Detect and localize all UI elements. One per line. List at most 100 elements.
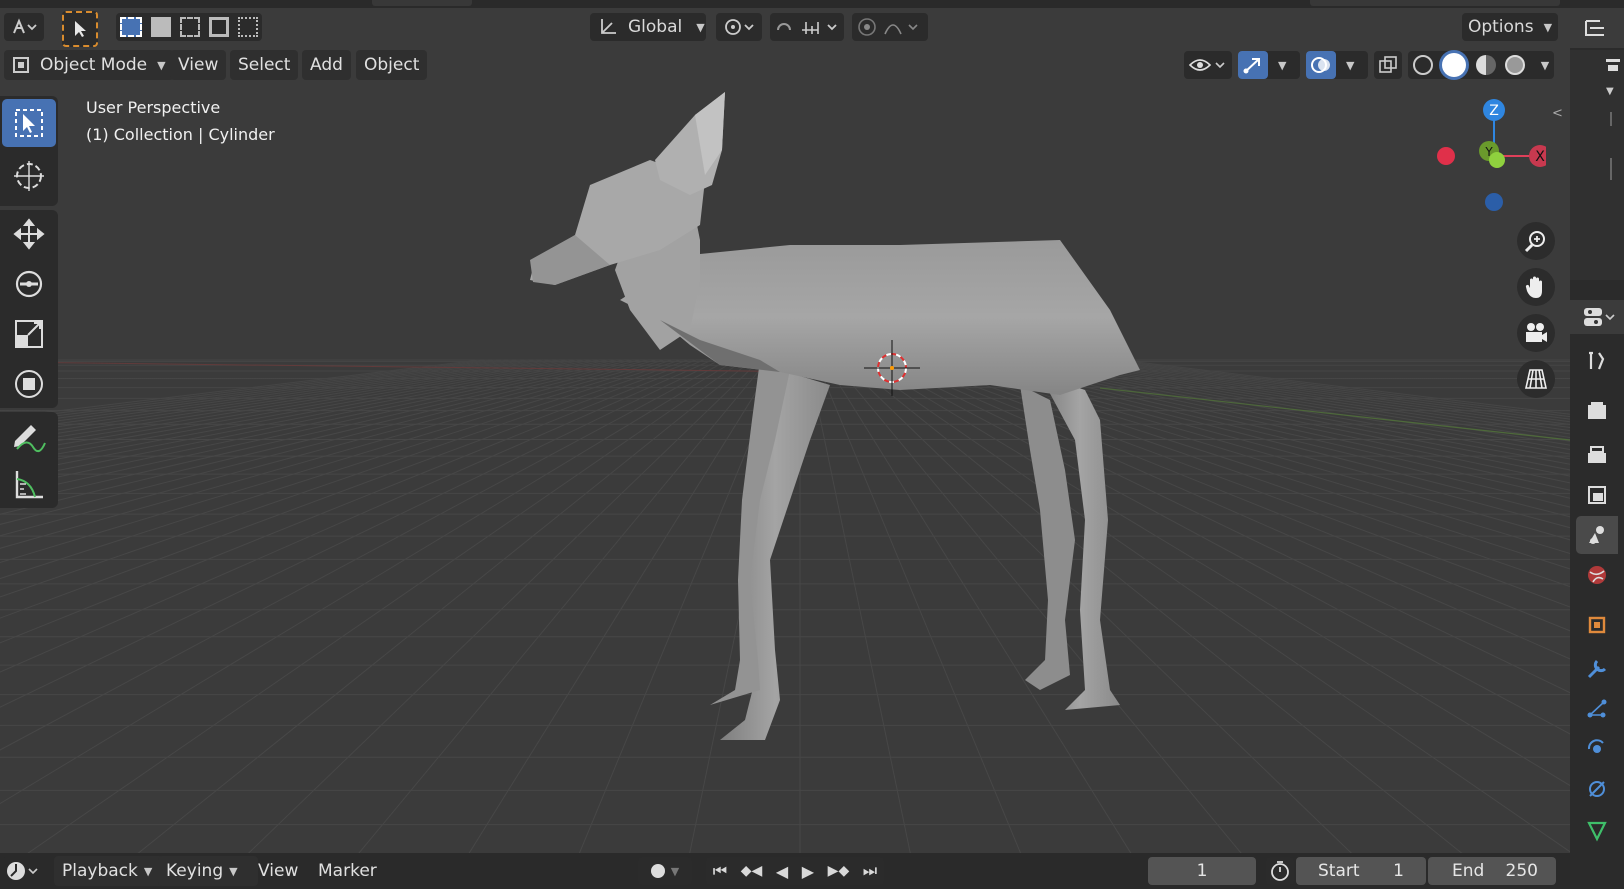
sidebar-collapse-arrow-icon[interactable]: <: [1552, 106, 1563, 121]
snap-group[interactable]: [770, 13, 844, 41]
solid-shading-icon[interactable]: [1442, 53, 1467, 77]
annotate-tool[interactable]: [2, 412, 56, 460]
select-new-icon[interactable]: [120, 17, 143, 37]
timeline-view-menu[interactable]: View: [250, 856, 306, 886]
visibility-dropdown[interactable]: [1184, 51, 1232, 79]
xray-icon: [1379, 56, 1397, 73]
pan-button[interactable]: [1517, 268, 1555, 306]
move-tool[interactable]: [2, 210, 56, 258]
keying-menu[interactable]: Keying ▼: [158, 856, 258, 886]
toggle-perspective-button[interactable]: [1517, 360, 1555, 398]
overlays-toggle[interactable]: ▼: [1306, 51, 1368, 79]
properties-tab-world[interactable]: [1576, 556, 1618, 594]
auto-keying-toggle[interactable]: ▼: [638, 857, 692, 885]
timeline-editor-type-button[interactable]: [2, 857, 44, 885]
orientation-axes-icon: [601, 19, 616, 34]
filter-icon[interactable]: [1604, 56, 1622, 74]
pivot-icon: [725, 19, 754, 35]
jump-to-end-icon[interactable]: ⏭: [863, 861, 877, 881]
rendered-shading-icon[interactable]: [1505, 55, 1526, 75]
properties-tab-particles[interactable]: [1576, 690, 1618, 728]
selection-mode-group[interactable]: [116, 13, 262, 41]
svg-text:X: X: [1535, 149, 1545, 165]
chevron-down-icon: ▼: [1346, 58, 1355, 72]
neg-z-axis-dot[interactable]: [1485, 193, 1503, 211]
jump-to-start-icon[interactable]: ⏮: [713, 861, 727, 881]
preview-range-toggle[interactable]: [1266, 857, 1294, 885]
gizmo-toggle[interactable]: ▼: [1238, 51, 1300, 79]
rotate-tool[interactable]: [2, 260, 56, 308]
properties-tab-scene[interactable]: [1576, 516, 1618, 554]
pointer-icon: [75, 21, 86, 37]
gizmo-icon[interactable]: [1238, 51, 1268, 79]
properties-tab-object[interactable]: [1576, 606, 1618, 644]
properties-tab-data[interactable]: [1576, 812, 1618, 850]
play-reverse-icon[interactable]: ◀: [776, 862, 788, 881]
properties-tab-modifiers[interactable]: [1576, 650, 1618, 688]
properties-tab-constraints[interactable]: [1576, 770, 1618, 808]
select-extend-icon[interactable]: [151, 17, 172, 37]
select-menu[interactable]: Select: [230, 50, 299, 80]
select-tool-button[interactable]: [62, 11, 98, 47]
chevron-down-icon: ▼: [696, 20, 705, 34]
xray-toggle[interactable]: [1374, 51, 1402, 79]
wireframe-shading-icon[interactable]: [1412, 55, 1433, 75]
current-frame-field[interactable]: 1: [1148, 857, 1256, 885]
zoom-button[interactable]: [1517, 222, 1555, 260]
shading-group[interactable]: ▼: [1408, 51, 1554, 79]
navigation-gizmo[interactable]: Z X Y: [1426, 96, 1546, 216]
3d-viewport[interactable]: Global ▼ Options ▼ Object Mode ▼ View Se…: [0, 0, 1570, 853]
properties-tab-tool[interactable]: [1576, 342, 1618, 380]
chevron-down-icon: ▼: [1543, 20, 1553, 34]
start-frame-field[interactable]: Start 1: [1296, 857, 1426, 885]
cursor-tool[interactable]: [2, 152, 56, 200]
select-intersect-icon[interactable]: [237, 17, 258, 37]
chevron-down-icon: ▼: [157, 58, 166, 72]
snap-icon: [777, 22, 837, 34]
3d-cursor-icon[interactable]: [862, 338, 922, 398]
expand-triangle-icon[interactable]: ▼: [1606, 86, 1614, 97]
neg-x-axis-dot[interactable]: [1437, 147, 1455, 165]
data-icon: [1587, 821, 1607, 842]
prev-keyframe-icon[interactable]: ◆◀: [741, 863, 763, 879]
object-icon: [1588, 616, 1606, 634]
mode-dropdown[interactable]: Object Mode ▼: [4, 50, 174, 80]
scale-tool[interactable]: [2, 310, 56, 358]
object-menu[interactable]: Object: [356, 50, 428, 80]
play-icon[interactable]: ▶: [802, 862, 814, 881]
camera-view-button[interactable]: [1517, 314, 1555, 352]
options-dropdown[interactable]: Options ▼: [1462, 13, 1558, 41]
outliner-icon[interactable]: [1582, 17, 1612, 39]
add-menu[interactable]: Add: [302, 50, 351, 80]
tool-icon: [1589, 351, 1605, 370]
view-menu[interactable]: View: [170, 50, 227, 80]
tool-header: Global ▼ Options ▼: [0, 8, 1570, 48]
select-box-tool[interactable]: [2, 99, 56, 147]
chevron-down-icon: ▼: [229, 864, 238, 878]
transform-tool[interactable]: [2, 360, 56, 408]
proportional-editing-group[interactable]: [852, 13, 928, 41]
select-subtract-icon[interactable]: [179, 17, 200, 37]
transform-icon: [15, 370, 43, 398]
cursor-icon: [14, 161, 44, 191]
material-shading-icon[interactable]: [1475, 55, 1496, 75]
properties-tab-view-layer[interactable]: [1576, 476, 1618, 514]
eye-icon: [1188, 59, 1225, 71]
properties-tab-render[interactable]: [1576, 392, 1618, 430]
end-frame-field[interactable]: End 250: [1428, 857, 1556, 885]
properties-tab-output[interactable]: [1576, 436, 1618, 474]
playback-menu[interactable]: Playback ▼: [54, 856, 166, 886]
editor-type-button[interactable]: [4, 13, 44, 41]
transform-orientation-dropdown[interactable]: Global ▼: [590, 13, 706, 41]
pivot-point-dropdown[interactable]: [716, 13, 762, 41]
select-invert-icon[interactable]: [208, 17, 229, 37]
object-mode-icon: [13, 57, 29, 73]
chevron-down-icon: ▼: [143, 864, 153, 878]
properties-tab-physics[interactable]: [1576, 730, 1618, 768]
marker-menu[interactable]: Marker: [310, 856, 385, 886]
measure-tool[interactable]: [2, 460, 56, 508]
next-keyframe-icon[interactable]: ▶◆: [828, 863, 850, 879]
properties-editor-icon[interactable]: [1582, 306, 1616, 328]
overlays-icon[interactable]: [1306, 51, 1336, 79]
chevron-down-icon: ▼: [670, 864, 680, 878]
